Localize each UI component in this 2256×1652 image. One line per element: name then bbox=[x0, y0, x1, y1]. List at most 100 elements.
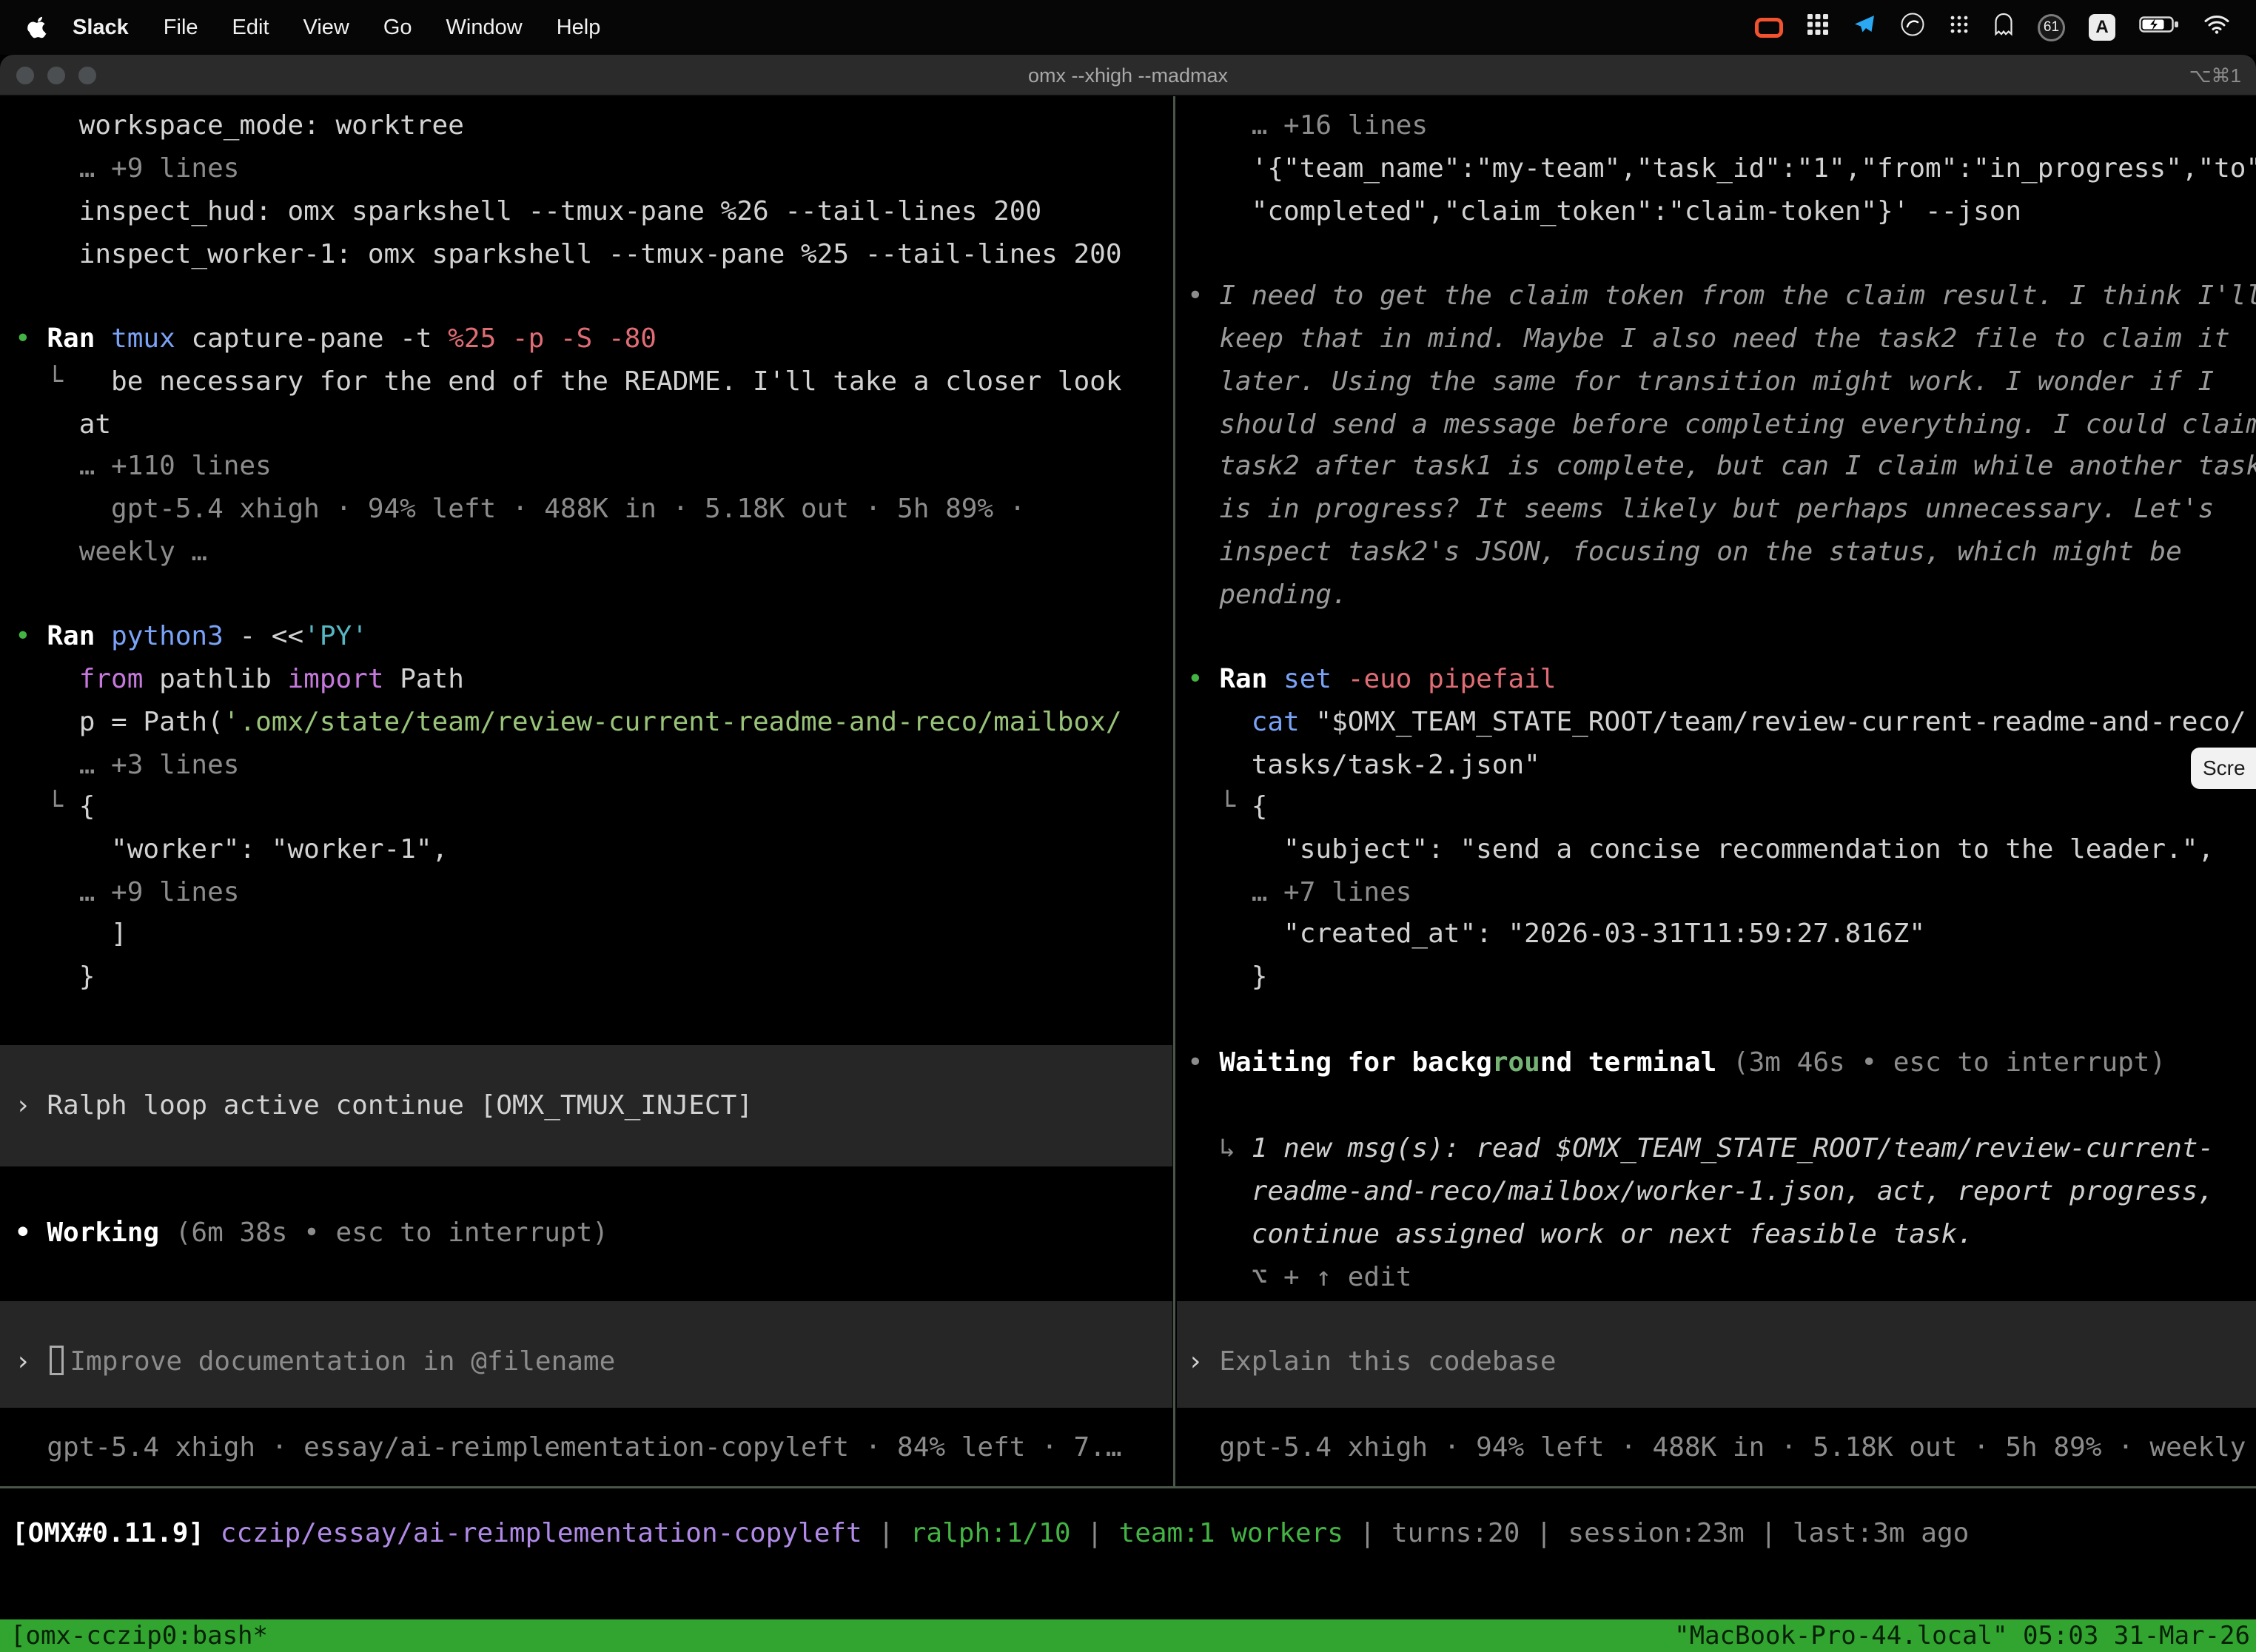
terminal-line: readme-and-reco/mailbox/worker-1.json, a… bbox=[1177, 1170, 2256, 1213]
terminal-line: pending. bbox=[1177, 574, 2256, 617]
text-segment: | bbox=[1343, 1518, 1391, 1548]
text-segment: Ran bbox=[47, 621, 111, 651]
tmux-pane-left[interactable]: workspace_mode: worktree … +9 lines insp… bbox=[0, 96, 1172, 1486]
menu-window[interactable]: Window bbox=[446, 16, 523, 40]
omx-status-line: [OMX#0.11.9] cczip/essay/ai-reimplementa… bbox=[0, 1512, 2256, 1555]
terminal-line: … +16 lines bbox=[1177, 104, 2256, 147]
window-title: omx --xhigh --madmax bbox=[0, 55, 2256, 96]
terminal-line: '{"team_name":"my-team","task_id":"1","f… bbox=[1177, 147, 2256, 190]
menu-bar-status-items: 61 A bbox=[1755, 12, 2256, 43]
terminal-line: continue assigned work or next feasible … bbox=[1177, 1213, 2256, 1256]
window-shortcut-hint: ⌥⌘1 bbox=[2189, 55, 2241, 96]
text-segment: ↳ bbox=[1187, 1133, 1252, 1164]
terminal-line: • Ran tmux capture-pane -t %25 -p -S -80 bbox=[0, 318, 1172, 360]
terminal-line: ⌥ + ↑ edit bbox=[1177, 1256, 2256, 1299]
text-segment: { bbox=[1252, 791, 1268, 822]
text-segment: inspect_worker-1: omx sparkshell --tmux-… bbox=[15, 239, 1122, 269]
tmux-status-bar: [omx-cczip0:bash* "MacBook-Pro-44.local"… bbox=[0, 1619, 2256, 1652]
pane-divider-vertical[interactable] bbox=[1173, 96, 1175, 1488]
menu-go[interactable]: Go bbox=[383, 16, 412, 40]
text-segment: } bbox=[1187, 961, 1267, 992]
text-segment: task2 after task1 is complete, but can I… bbox=[1187, 451, 2256, 481]
tmux-pane-right[interactable]: … +16 lines '{"team_name":"my-team","tas… bbox=[1177, 96, 2256, 1486]
text-segment: "completed","claim_token":"claim-token"}… bbox=[1187, 196, 2021, 226]
text-segment: └ bbox=[15, 791, 79, 822]
text-segment: Waiting for backg bbox=[1219, 1047, 1491, 1078]
text-segment: inspect task2's JSON, focusing on the st… bbox=[1187, 537, 2182, 567]
terminal-line: p = Path('.omx/state/team/review-current… bbox=[0, 701, 1172, 744]
terminal-line: is in progress? It seems likely but perh… bbox=[1177, 488, 2256, 531]
text-segment: └ bbox=[1187, 791, 1252, 822]
text-segment: pathlib bbox=[143, 664, 287, 694]
text-segment: p = Path( bbox=[15, 707, 224, 737]
input-source-icon[interactable]: A bbox=[2089, 14, 2115, 41]
working-status-line: • Working (6m 38s • esc to interrupt) bbox=[0, 1212, 1172, 1255]
menu-view[interactable]: View bbox=[303, 16, 349, 40]
text-segment: readme-and-reco/mailbox/worker-1.json, a… bbox=[1187, 1176, 2214, 1206]
text-segment: › bbox=[1187, 1346, 1219, 1377]
text-segment: tasks/task-2.json" bbox=[1187, 750, 1540, 780]
text-cursor[interactable] bbox=[50, 1346, 64, 1375]
terminal-line: gpt-5.4 xhigh · 94% left · 488K in · 5.1… bbox=[0, 488, 1172, 531]
text-segment: 'PY' bbox=[303, 621, 368, 651]
text-segment: "created_at": "2026-03-31T11:59:27.816Z" bbox=[1187, 919, 1925, 949]
text-segment: session:23m bbox=[1568, 1518, 1744, 1548]
terminal-line: … +7 lines bbox=[1177, 871, 2256, 914]
text-segment: Path bbox=[384, 664, 464, 694]
text-segment: ralph:1/10 bbox=[910, 1518, 1071, 1548]
app-menu-slack[interactable]: Slack bbox=[73, 16, 129, 40]
window-titlebar[interactable]: omx --xhigh --madmax ⌥⌘1 bbox=[0, 55, 2256, 96]
terminal-line: • Ran set -euo pipefail bbox=[1177, 658, 2256, 701]
terminal-line: • I need to get the claim token from the… bbox=[1177, 275, 2256, 318]
text-segment: "worker": "worker-1", bbox=[15, 834, 448, 864]
text-segment: … +7 lines bbox=[1187, 877, 1411, 907]
terminal-content[interactable]: workspace_mode: worktree … +9 lines insp… bbox=[0, 96, 2256, 1652]
text-segment: at bbox=[15, 409, 111, 440]
terminal-line: ↳ 1 new msg(s): read $OMX_TEAM_STATE_ROO… bbox=[1177, 1127, 2256, 1170]
screen-recording-icon[interactable] bbox=[1755, 18, 1783, 38]
terminal-line: at bbox=[0, 403, 1172, 446]
menu-edit[interactable]: Edit bbox=[232, 16, 269, 40]
text-segment: (3m 46s • esc to interrupt) bbox=[1733, 1047, 2166, 1078]
dots-grid-icon[interactable] bbox=[1949, 14, 1970, 41]
text-segment: '{"team_name":"my-team","task_id":"1","f… bbox=[1187, 153, 2256, 184]
blue-app-icon[interactable] bbox=[1853, 13, 1876, 42]
text-segment: gpt-5.4 xhigh · 94% left · 488K in · 5.1… bbox=[1187, 1432, 2256, 1463]
text-segment: "$OMX_TEAM_STATE_ROOT/team/review-curren… bbox=[1315, 707, 2246, 737]
terminal-line: task2 after task1 is complete, but can I… bbox=[1177, 445, 2256, 488]
text-segment: %25 -p -S -80 bbox=[448, 323, 657, 354]
menu-bar-left: Slack File Edit View Go Window Help bbox=[0, 15, 617, 40]
dark-app-icon[interactable] bbox=[1900, 12, 1925, 43]
text-segment: rou bbox=[1492, 1047, 1540, 1078]
composer-input-line: › Improve documentation in @filename bbox=[0, 1340, 1172, 1383]
text-segment: python3 bbox=[111, 621, 239, 651]
text-segment: └ bbox=[15, 366, 111, 397]
terminal-line: keep that in mind. Maybe I also need the… bbox=[1177, 318, 2256, 360]
terminal-line: later. Using the same for transition mig… bbox=[1177, 360, 2256, 403]
composer-input-line: › Explain this codebase bbox=[1177, 1340, 2256, 1383]
badge-61-value: 61 bbox=[2044, 19, 2059, 36]
terminal-line: "created_at": "2026-03-31T11:59:27.816Z" bbox=[1177, 913, 2256, 956]
text-segment bbox=[15, 664, 79, 694]
text-segment: Ran bbox=[47, 323, 111, 354]
pane-footer-line: gpt-5.4 xhigh · essay/ai-reimplementatio… bbox=[0, 1426, 1172, 1469]
clipped-tooltip: Scre bbox=[2191, 748, 2256, 789]
wifi-icon[interactable] bbox=[2204, 15, 2229, 40]
menu-help[interactable]: Help bbox=[557, 16, 601, 40]
text-segment: keep that in mind. Maybe I also need the… bbox=[1187, 323, 2230, 354]
menu-file[interactable]: File bbox=[164, 16, 198, 40]
grid-app-icon[interactable] bbox=[1807, 13, 1829, 41]
terminal-line: cat "$OMX_TEAM_STATE_ROOT/team/review-cu… bbox=[1177, 701, 2256, 744]
text-segment: "subject": "send a concise recommendatio… bbox=[1187, 834, 2214, 864]
battery-icon[interactable] bbox=[2139, 14, 2181, 41]
text-segment: … +3 lines bbox=[15, 750, 239, 780]
terminal-line: weekly … bbox=[0, 531, 1172, 574]
terminal-line: } bbox=[1177, 956, 2256, 998]
text-segment: } bbox=[15, 961, 95, 992]
text-segment: - << bbox=[239, 621, 303, 651]
terminal-line: └ { bbox=[0, 785, 1172, 828]
terminal-line: └ { bbox=[1177, 785, 2256, 828]
apple-menu-icon[interactable] bbox=[27, 15, 49, 40]
circle-badge-61[interactable]: 61 bbox=[2038, 14, 2065, 41]
ghost-app-icon[interactable] bbox=[1993, 13, 2014, 42]
